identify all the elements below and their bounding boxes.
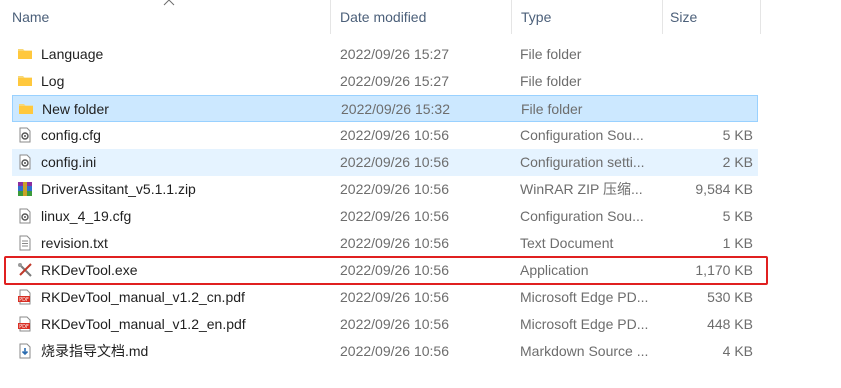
- settings-file-icon: [17, 127, 33, 143]
- file-size: 530 KB: [707, 289, 753, 305]
- file-type: Microsoft Edge PD...: [520, 289, 649, 305]
- file-name: New folder: [42, 101, 109, 117]
- file-size: 4 KB: [722, 343, 753, 359]
- file-row[interactable]: Log 2022/09/26 15:27 File folder: [12, 68, 758, 95]
- folder-icon: [18, 101, 34, 117]
- file-size: [662, 68, 753, 95]
- column-header-date[interactable]: Date modified: [340, 0, 510, 34]
- file-type: Text Document: [520, 235, 614, 251]
- file-date-modified: 2022/09/26 10:56: [340, 235, 449, 251]
- file-row[interactable]: Language 2022/09/26 15:27 File folder: [12, 41, 758, 68]
- file-date-modified: 2022/09/26 15:32: [341, 101, 450, 117]
- file-type: File folder: [520, 46, 582, 62]
- file-name: Language: [41, 46, 104, 62]
- file-date-modified: 2022/09/26 10:56: [340, 343, 449, 359]
- file-date-modified: 2022/09/26 10:56: [340, 289, 449, 305]
- svg-text:PDF: PDF: [19, 324, 29, 330]
- file-name: revision.txt: [41, 235, 108, 251]
- file-name: config.ini: [41, 154, 97, 170]
- file-row[interactable]: 烧录指导文档.md 2022/09/26 10:56 Markdown Source…: [12, 338, 758, 365]
- column-header-size[interactable]: Size: [670, 0, 760, 34]
- file-name: linux_4_19.cfg: [41, 208, 132, 224]
- file-type: Microsoft Edge PD...: [520, 316, 649, 332]
- file-type: Configuration Sou...: [520, 127, 644, 143]
- annotation-highlight-box: [4, 256, 768, 285]
- file-type: File folder: [520, 73, 582, 89]
- file-row[interactable]: New folder 2022/09/26 15:32 File folder: [12, 95, 758, 122]
- file-name: DriverAssitant_v5.1.1.zip: [41, 181, 196, 197]
- folder-icon: [17, 46, 33, 62]
- pdf-icon: PDF: [17, 289, 33, 305]
- file-type: Configuration Sou...: [520, 208, 644, 224]
- file-row[interactable]: PDF RKDevTool_manual_v1.2_cn.pdf 2022/09/2…: [12, 284, 758, 311]
- file-name: Log: [41, 73, 65, 89]
- file-row[interactable]: PDF RKDevTool_manual_v1.2_en.pdf 2022/09/2…: [12, 311, 758, 338]
- file-size: 5 KB: [722, 208, 753, 224]
- file-name: RKDevTool_manual_v1.2_cn.pdf: [41, 289, 245, 305]
- file-date-modified: 2022/09/26 10:56: [340, 154, 449, 170]
- file-row[interactable]: DriverAssitant_v5.1.1.zip 2022/09/26 10:5…: [12, 176, 758, 203]
- column-header: Name Date modified Type Size: [0, 0, 841, 34]
- column-header-type[interactable]: Type: [521, 0, 661, 34]
- file-date-modified: 2022/09/26 10:56: [340, 316, 449, 332]
- svg-text:PDF: PDF: [19, 297, 29, 303]
- file-date-modified: 2022/09/26 15:27: [340, 73, 449, 89]
- file-type: File folder: [521, 101, 583, 117]
- file-date-modified: 2022/09/26 15:27: [340, 46, 449, 62]
- file-size: 2 KB: [722, 154, 753, 170]
- column-header-name[interactable]: Name: [12, 0, 330, 34]
- file-date-modified: 2022/09/26 10:56: [340, 127, 449, 143]
- file-size: 1 KB: [722, 235, 753, 251]
- winrar-icon: [17, 181, 33, 197]
- file-type: Configuration setti...: [520, 154, 645, 170]
- column-divider[interactable]: [662, 0, 663, 34]
- file-name: config.cfg: [41, 127, 101, 143]
- column-divider[interactable]: [330, 0, 331, 34]
- file-date-modified: 2022/09/26 10:56: [340, 208, 449, 224]
- file-row[interactable]: revision.txt 2022/09/26 10:56 Text Documen…: [12, 230, 758, 257]
- file-type: Markdown Source ...: [520, 343, 649, 359]
- folder-icon: [17, 73, 33, 89]
- settings-file-icon: [17, 154, 33, 170]
- pdf-icon: PDF: [17, 316, 33, 332]
- column-divider[interactable]: [511, 0, 512, 34]
- file-name: RKDevTool_manual_v1.2_en.pdf: [41, 316, 246, 332]
- file-name: 烧录指导文档.md: [41, 343, 149, 359]
- file-row[interactable]: linux_4_19.cfg 2022/09/26 10:56 Configurat…: [12, 203, 758, 230]
- file-date-modified: 2022/09/26 10:56: [340, 181, 449, 197]
- file-row[interactable]: config.cfg 2022/09/26 10:56 Configuration …: [12, 122, 758, 149]
- settings-file-icon: [17, 208, 33, 224]
- file-row[interactable]: config.ini 2022/09/26 10:56 Configuration …: [12, 149, 758, 176]
- markdown-file-icon: [17, 343, 33, 359]
- file-size: [663, 96, 754, 123]
- file-size: 5 KB: [722, 127, 753, 143]
- file-size: 9,584 KB: [695, 181, 753, 197]
- file-size: 448 KB: [707, 316, 753, 332]
- text-file-icon: [17, 235, 33, 251]
- file-type: WinRAR ZIP 压缩...: [520, 181, 643, 197]
- file-size: [662, 41, 753, 68]
- column-divider[interactable]: [760, 0, 761, 34]
